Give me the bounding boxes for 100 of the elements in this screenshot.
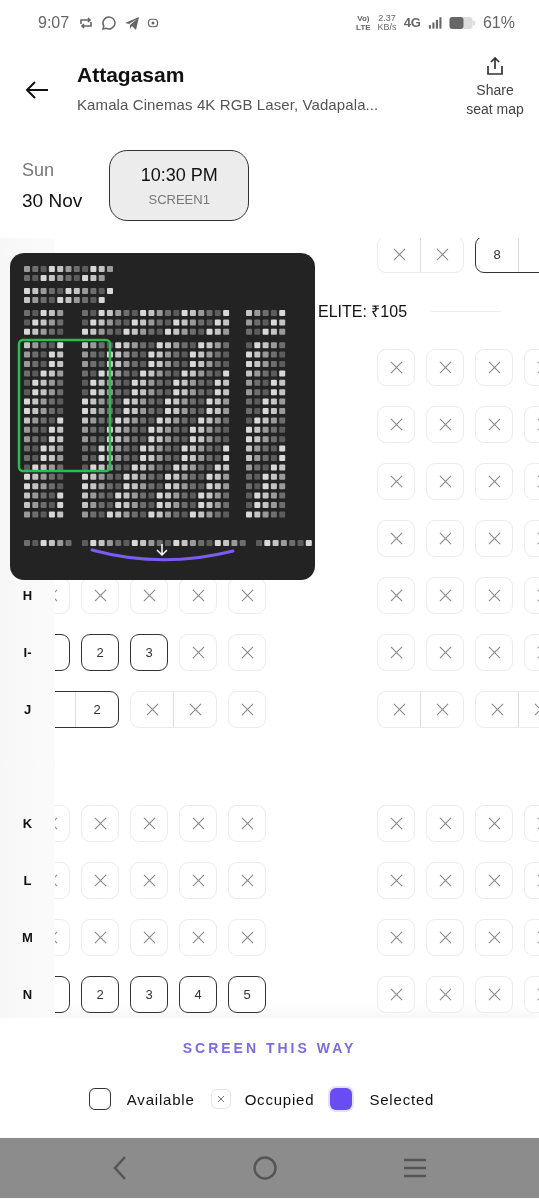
cross-icon bbox=[389, 589, 403, 602]
cross-icon bbox=[240, 874, 254, 887]
couple-seat[interactable]: 8 bbox=[475, 238, 539, 273]
cross-icon bbox=[93, 589, 107, 602]
status-time: 9:07 bbox=[38, 13, 70, 32]
cross-icon bbox=[389, 361, 403, 374]
cross-icon bbox=[487, 817, 501, 830]
signal-icon bbox=[427, 16, 442, 29]
cross-icon bbox=[487, 988, 501, 1001]
row-label: I- bbox=[23, 645, 32, 660]
cross-icon bbox=[438, 646, 452, 659]
cross-icon bbox=[438, 874, 452, 887]
cross-icon bbox=[240, 931, 254, 944]
cross-icon bbox=[191, 874, 205, 887]
show-day: Sun bbox=[22, 159, 83, 181]
cross-icon bbox=[240, 589, 254, 602]
network-speed: 2.37 bbox=[378, 13, 396, 23]
cross-icon bbox=[93, 817, 107, 830]
cross-icon bbox=[435, 703, 449, 716]
cross-icon bbox=[435, 248, 449, 261]
occupied-swatch bbox=[210, 1089, 231, 1109]
seat-number: 2 bbox=[93, 702, 101, 717]
row-label: K bbox=[22, 816, 33, 831]
selected-swatch bbox=[330, 1088, 353, 1110]
cross-icon bbox=[438, 532, 452, 545]
movie-title: Attagasam bbox=[77, 63, 186, 87]
seat-button[interactable]: 2 bbox=[81, 976, 119, 1013]
cross-icon bbox=[487, 475, 501, 488]
cross-icon bbox=[438, 988, 452, 1001]
cross-icon bbox=[438, 817, 452, 830]
battery-icon bbox=[448, 15, 476, 30]
cross-icon bbox=[438, 931, 452, 944]
network-type: 4G bbox=[403, 15, 421, 30]
seat-number: 8 bbox=[493, 247, 501, 262]
row-label: J bbox=[23, 702, 32, 717]
row-label: N bbox=[22, 987, 33, 1002]
show-date: 30 Nov bbox=[22, 189, 83, 212]
cross-icon bbox=[487, 646, 501, 659]
cross-icon bbox=[487, 874, 501, 887]
cross-icon bbox=[438, 361, 452, 374]
legend-label: Selected bbox=[369, 1090, 435, 1108]
speed-unit: KB/s bbox=[377, 22, 397, 32]
record-icon bbox=[147, 16, 160, 29]
section-label: ELITE: ₹105 bbox=[318, 302, 408, 322]
cross-icon bbox=[438, 589, 452, 602]
seat-button[interactable]: 3 bbox=[130, 976, 168, 1013]
cross-icon bbox=[389, 475, 403, 488]
cross-icon bbox=[487, 589, 501, 602]
cross-icon bbox=[392, 703, 406, 716]
cross-icon bbox=[240, 817, 254, 830]
cross-icon bbox=[389, 874, 403, 887]
cross-icon bbox=[142, 589, 156, 602]
seat-minimap-drawing[interactable] bbox=[10, 253, 315, 580]
legend-label: Occupied bbox=[244, 1090, 315, 1108]
cross-icon bbox=[142, 874, 156, 887]
cross-icon bbox=[392, 248, 406, 261]
seat-button[interactable]: 4 bbox=[179, 976, 217, 1013]
cross-icon bbox=[240, 703, 254, 716]
row-label: L bbox=[23, 873, 32, 888]
share-button[interactable]: Share seat map bbox=[463, 55, 527, 119]
chat-bubble-icon bbox=[101, 14, 118, 31]
cross-icon bbox=[389, 418, 403, 431]
showtime-chip[interactable]: 10:30 PM SCREEN1 bbox=[109, 150, 250, 221]
cross-icon bbox=[188, 703, 202, 716]
cross-icon bbox=[191, 646, 205, 659]
cross-icon bbox=[389, 532, 403, 545]
cross-icon bbox=[487, 361, 501, 374]
paper-plane-icon bbox=[124, 14, 141, 31]
cross-icon bbox=[438, 475, 452, 488]
cross-icon bbox=[438, 418, 452, 431]
volte-label: Vo) bbox=[357, 13, 370, 23]
row-label: M bbox=[22, 930, 33, 945]
cross-icon bbox=[389, 988, 403, 1001]
cross-icon bbox=[191, 931, 205, 944]
cross-icon bbox=[240, 646, 254, 659]
seat-button[interactable]: 3 bbox=[130, 634, 168, 671]
cross-icon bbox=[389, 817, 403, 830]
cross-icon bbox=[487, 532, 501, 545]
cross-icon bbox=[191, 817, 205, 830]
seat-button[interactable]: 2 bbox=[81, 634, 119, 671]
couple-seat[interactable]: 2 bbox=[55, 691, 119, 728]
cross-icon bbox=[93, 874, 107, 887]
cross-icon bbox=[145, 703, 159, 716]
sync-icon bbox=[78, 14, 95, 31]
legend-label: Available bbox=[126, 1090, 195, 1108]
seat-button[interactable]: 5 bbox=[228, 976, 266, 1013]
available-swatch bbox=[88, 1088, 111, 1110]
row-label: H bbox=[22, 588, 33, 603]
battery-percent: 61% bbox=[482, 13, 515, 32]
cross-icon bbox=[191, 589, 205, 602]
cross-icon bbox=[93, 931, 107, 944]
volte-label: LTE bbox=[356, 22, 371, 32]
cross-icon bbox=[490, 703, 504, 716]
cross-icon bbox=[142, 931, 156, 944]
cross-icon bbox=[487, 418, 501, 431]
cross-icon bbox=[142, 817, 156, 830]
cross-icon bbox=[487, 931, 501, 944]
cross-icon bbox=[389, 646, 403, 659]
cinema-name: Kamala Cinemas 4K RGB Laser, Vadapala... bbox=[77, 96, 380, 113]
screen-direction-label: SCREEN THIS WAY bbox=[182, 1040, 357, 1056]
